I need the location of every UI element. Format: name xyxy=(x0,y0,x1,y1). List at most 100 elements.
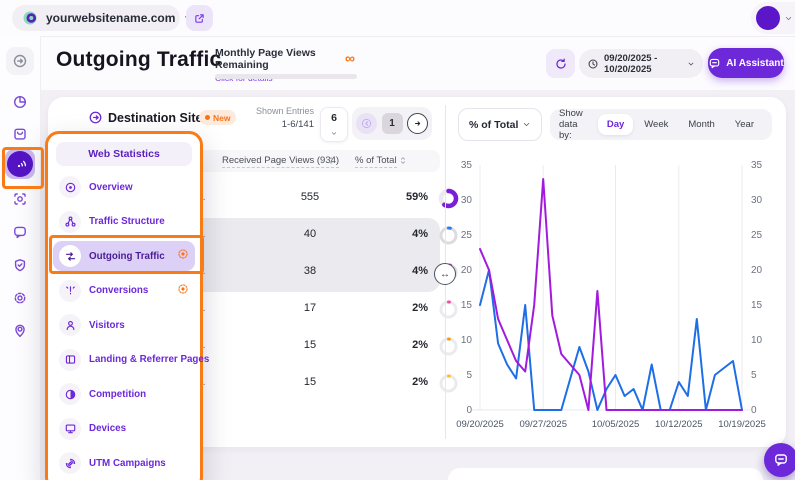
new-feature-badge-icon xyxy=(177,283,189,295)
icon-rail xyxy=(0,36,41,480)
outgoing-traffic-icon xyxy=(64,250,77,263)
rail-item-pie-chart[interactable] xyxy=(6,88,34,116)
svg-text:25: 25 xyxy=(751,230,763,241)
chat-icon xyxy=(12,224,28,240)
orders-box-icon xyxy=(12,126,28,142)
clock-icon xyxy=(587,58,599,70)
period-option-month[interactable]: Month xyxy=(679,114,723,135)
landing-referrer-icon xyxy=(64,353,77,366)
pct-of-total-value: 4% xyxy=(386,265,428,277)
conversions-icon xyxy=(64,284,77,297)
support-chat-button[interactable] xyxy=(764,443,795,477)
shield-check-icon xyxy=(12,257,28,273)
period-option-week[interactable]: Week xyxy=(635,114,677,135)
rail-item-location-person[interactable] xyxy=(6,317,34,345)
rail-item-gear[interactable] xyxy=(6,284,34,312)
svg-text:15: 15 xyxy=(461,300,473,311)
quota-title: Monthly Page Views Remaining xyxy=(215,47,360,71)
rail-item-sidebar-toggle[interactable] xyxy=(6,47,34,75)
open-site-button[interactable] xyxy=(186,5,213,31)
received-page-views-value: 40 xyxy=(270,228,350,240)
traffic-chart: 005510101515202025253030353509/20/202509… xyxy=(448,145,786,445)
menu-item-traffic-structure[interactable]: Traffic Structure xyxy=(53,207,195,237)
menu-item-conversions[interactable]: Conversions xyxy=(53,276,195,306)
top-bar: yourwebsitename.com xyxy=(0,0,795,37)
rail-item-chat[interactable] xyxy=(6,218,34,246)
received-page-views-value: 15 xyxy=(270,339,350,351)
menu-item-outgoing-traffic[interactable]: Outgoing Traffic xyxy=(53,241,195,271)
page-header: Outgoing Traffic Monthly Page Views Rema… xyxy=(40,37,795,90)
shown-entries-value: 1-6/141 xyxy=(240,119,314,130)
chevron-down-icon xyxy=(522,120,531,129)
menu-item-devices[interactable]: Devices xyxy=(53,414,195,444)
sort-icon[interactable] xyxy=(398,155,408,166)
svg-text:10: 10 xyxy=(751,335,763,346)
pct-of-total-value: 2% xyxy=(386,376,428,388)
page-size-select[interactable]: 6 xyxy=(320,107,348,142)
menu-item-icon-wrap xyxy=(59,176,81,198)
pct-of-total-value: 59% xyxy=(386,191,428,203)
svg-text:5: 5 xyxy=(466,370,472,381)
site-selector-label: yourwebsitename.com xyxy=(46,11,175,25)
visitors-icon xyxy=(64,319,77,332)
current-page: 1 xyxy=(382,113,403,134)
svg-text:20: 20 xyxy=(461,265,473,276)
menu-item-visitors[interactable]: Visitors xyxy=(53,310,195,340)
next-page-button[interactable] xyxy=(407,113,428,134)
badge-label: New xyxy=(213,113,230,123)
menu-item-icon-wrap xyxy=(59,245,81,267)
menu-item-label: Overview xyxy=(89,182,133,193)
menu-item-label: Landing & Referrer Pages xyxy=(89,354,209,365)
svg-text:09/20/2025: 09/20/2025 xyxy=(456,419,504,430)
received-page-views-value: 38 xyxy=(270,265,350,277)
menu-item-landing-referrer-pages[interactable]: Landing & Referrer Pages xyxy=(53,345,195,375)
svg-text:30: 30 xyxy=(461,195,473,206)
site-selector[interactable]: yourwebsitename.com xyxy=(12,5,180,31)
devices-icon xyxy=(64,422,77,435)
refresh-button[interactable] xyxy=(546,49,575,78)
new-badge: New xyxy=(199,110,236,125)
chart-metric-dropdown[interactable]: % of Total xyxy=(458,108,542,141)
account-menu[interactable] xyxy=(751,2,795,34)
menu-item-label: Visitors xyxy=(89,320,125,331)
panel-resize-handle[interactable]: ↔ xyxy=(434,263,456,285)
rail-item-web-statistics[interactable] xyxy=(5,149,35,179)
prev-page-button[interactable] xyxy=(356,113,377,134)
menu-item-competition[interactable]: Competition xyxy=(53,379,195,409)
badge-dot xyxy=(205,115,210,120)
svg-text:10/05/2025: 10/05/2025 xyxy=(592,419,640,430)
menu-item-label: Conversions xyxy=(89,285,148,296)
shown-entries: Shown Entries 1-6/141 xyxy=(240,106,314,130)
svg-text:10: 10 xyxy=(461,335,473,346)
arrow-right-icon xyxy=(412,118,423,129)
menu-item-icon-wrap xyxy=(59,452,81,474)
rail-item-shield-check[interactable] xyxy=(6,251,34,279)
new-feature-badge xyxy=(177,247,189,265)
table-title: Destination Sites xyxy=(108,111,209,125)
external-link-icon xyxy=(193,12,206,25)
traffic-structure-icon xyxy=(64,215,77,228)
ai-assistant-button[interactable]: AI Assistant xyxy=(708,48,784,78)
rail-item-target-scan[interactable] xyxy=(6,185,34,213)
menu-item-utm-campaigns[interactable]: UTM Campaigns xyxy=(53,448,195,478)
pagination: 1 xyxy=(352,107,432,140)
avatar xyxy=(756,6,780,30)
rail-item-orders-box[interactable] xyxy=(6,120,34,148)
sort-icon[interactable] xyxy=(326,155,336,166)
menu-item-icon-wrap xyxy=(59,280,81,302)
menu-item-icon-wrap xyxy=(59,211,81,233)
svg-text:10/12/2025: 10/12/2025 xyxy=(655,419,703,430)
column-pct-of-total[interactable]: % of Total xyxy=(355,155,397,168)
svg-text:5: 5 xyxy=(751,370,757,381)
period-option-day[interactable]: Day xyxy=(598,114,633,135)
column-received-page-views[interactable]: Received Page Views (934) xyxy=(222,155,339,168)
date-range-picker[interactable]: 09/20/2025 - 10/20/2025 xyxy=(579,49,703,78)
svg-text:0: 0 xyxy=(751,405,757,416)
arrow-left-icon xyxy=(361,118,372,129)
pct-of-total-value: 2% xyxy=(386,302,428,314)
menu-item-label: Competition xyxy=(89,389,146,400)
pie-chart-icon xyxy=(12,94,28,110)
period-option-year[interactable]: Year xyxy=(726,114,763,135)
menu-item-overview[interactable]: Overview xyxy=(53,172,195,202)
sidebar-toggle-icon xyxy=(12,53,28,69)
